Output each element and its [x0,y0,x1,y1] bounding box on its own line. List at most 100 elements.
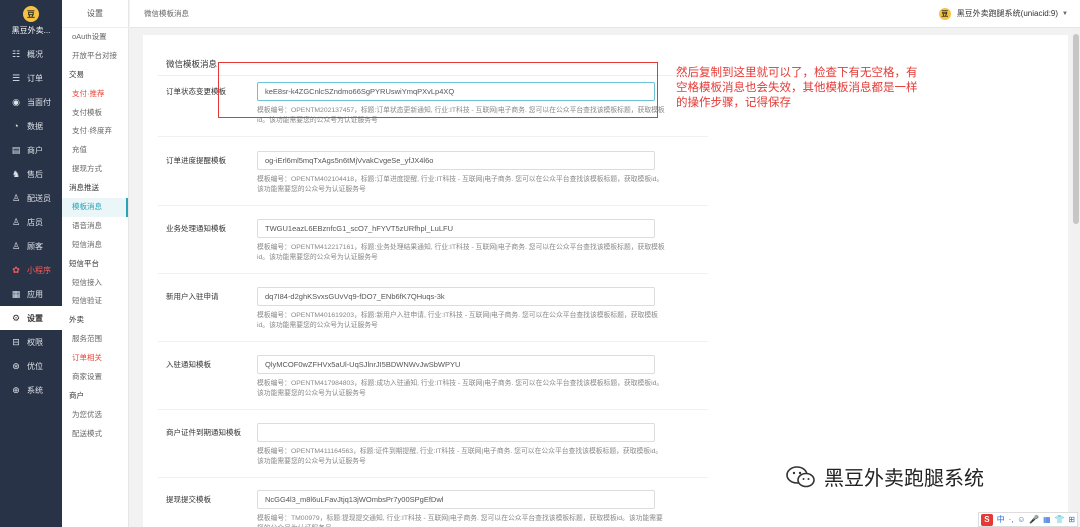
pay-icon: ◉ [12,96,20,107]
field-help-text: 模板编号：OPENTM402104418，标题:订单进度提醒, 行业:IT科技 … [257,176,664,193]
sidebar-item[interactable]: ☰ 订单 [0,66,62,90]
sidebar-item[interactable]: ⊕ 系统 [0,378,62,402]
field-divider [158,205,708,206]
template-id-input[interactable]: og-iErl6ml5mqTxAgs5n6tMjVvakCvgeSe_yfJX4… [257,151,655,170]
sidebar-item[interactable]: ◉ 当面付 [0,90,62,114]
courier-icon: ♙ [11,192,21,203]
template-id-input[interactable]: keE8sr-k4ZGCnlcSZndmo66SgPYRUswiYmqPXvLp… [257,82,655,101]
sidebar-item-label: 概况 [27,49,43,59]
ime-toolbar[interactable]: S 中 ·, ☺ 🎤 ▦ 👕 ⊞ [978,512,1078,527]
field-label: 新用户入驻申请 [166,292,219,301]
sidebar-item[interactable]: ☷ 概况 [0,42,62,66]
sidebar-item[interactable]: ♙ 店员 [0,210,62,234]
field-help-text: 模板编号：OPENTM411164563，标题:证件到期提醒, 行业:IT科技 … [257,448,663,465]
main-sidebar: 豆 黑豆外卖... ☷ 概况 ☰ 订单 ◉ 当面付 ◔ 数据 ▤ 商户 ♞ 售后 ♙ 配送员 ♙ 店员 ♙ 顾客 ✿… [0,0,62,527]
submenu-item[interactable]: 订单相关 [62,349,128,368]
submenu-item[interactable]: 支付·终度弃 [62,122,128,141]
account-name: 黑豆外卖跑腿系统(uniacid:9) [956,9,1059,18]
ime-toolbox-icon[interactable]: ⊞ [1068,515,1075,524]
template-id-input[interactable]: TWGU1eazL6EBznfcG1_scO7_hFYVT5zURfhpl_Lu… [257,219,655,238]
system-icon: ⊕ [12,384,20,395]
after-sale-icon: ♞ [11,168,21,179]
sidebar-item-label: 售后 [27,169,43,179]
field-label: 业务处理通知模板 [166,224,226,233]
submenu-item[interactable]: 服务范围 [62,330,128,349]
sidebar-item-label: 顾客 [27,241,43,251]
breadcrumb: 微信模板消息 [144,9,189,18]
template-id-input[interactable] [257,423,655,442]
miniprogram-icon: ✿ [12,264,20,275]
sidebar-item[interactable]: ⊛ 优位 [0,354,62,378]
permission-icon: ⊟ [12,336,20,347]
sidebar-item[interactable]: ♙ 配送员 [0,186,62,210]
submenu-item[interactable]: 模板消息 [62,198,128,217]
store-icon: ▤ [11,144,21,155]
ime-keyboard-icon[interactable]: ▦ [1043,515,1051,524]
field-help-text: 模板编号：TM00979，标题:提现提交通知, 行业:IT科技 - 互联网|电子… [257,515,663,527]
sidebar-item-label: 系统 [27,385,43,395]
sidebar-item[interactable]: ♞ 售后 [0,162,62,186]
sidebar-item-label: 订单 [27,73,43,83]
ime-item[interactable]: 中 [997,514,1005,525]
field-divider [158,341,708,342]
ime-emoji-icon[interactable]: ☺ [1017,515,1025,524]
submenu-item[interactable]: 语音消息 [62,217,128,236]
annotation-note: 然后复制到这里就可以了，检查下有无空格，有空格模板消息也会失效，其他模板消息都是… [676,67,918,109]
template-id-input[interactable]: NcGG4l3_m8l6uLFavJtjq13jWOmbsPr7y00SPgEf… [257,490,655,509]
submenu-item[interactable]: 开放平台对接 [62,47,128,66]
account-switcher[interactable]: 豆 黑豆外卖跑腿系统(uniacid:9) ▼ [938,7,1068,20]
ime-skin-icon[interactable]: 👕 [1054,515,1064,524]
sidebar-item[interactable]: ▦ 应用 [0,282,62,306]
sidebar-item[interactable]: ◔ 数据 [0,114,62,138]
watermark-text: 黑豆外卖跑腿系统 [824,468,984,490]
field-label: 商户证件到期通知模板 [166,428,241,437]
submenu-item[interactable]: 支付模板 [62,104,128,123]
template-id-input[interactable]: dq7I84-d2ghKSvxsGUvVq9-fDO7_ENb6fK7QHuqs… [257,287,655,306]
field-label: 入驻通知模板 [166,360,211,369]
submenu-group-label: 交易 [69,69,84,79]
submenu-group-label: 外卖 [69,315,84,325]
sidebar-item-label: 配送员 [27,193,51,203]
scrollbar-thumb[interactable] [1073,34,1079,224]
dashboard-icon: ☷ [11,48,21,59]
sidebar-item[interactable]: ✿ 小程序 [0,258,62,282]
field-help-text: 模板编号：OPENTM412217161，标题:业务处理结果通知, 行业:IT科… [257,244,665,261]
submenu-item[interactable]: oAuth设置 [62,28,128,47]
submenu-item[interactable]: 充值 [62,141,128,160]
submenu-item[interactable]: 商家设置 [62,368,128,387]
account-badge-icon: 豆 [938,7,951,20]
submenu-item[interactable]: 为您优选 [62,406,128,425]
data-icon: ◔ [13,121,19,131]
sidebar-item[interactable]: ♙ 顾客 [0,234,62,258]
sidebar-item-label: 商户 [27,145,43,155]
field-divider [158,136,708,137]
submenu-item[interactable]: 短信接入 [62,274,128,293]
field-label: 订单进度提醒模板 [166,156,226,165]
sidebar-item-label: 应用 [27,289,43,299]
sidebar-item[interactable]: ⊟ 权限 [0,330,62,354]
sidebar-item-label: 小程序 [27,265,51,275]
template-id-input[interactable]: QlyMCOF0wZFHVx5aUl-UqSJlnrJI5BDWNWvJwSbW… [257,355,655,374]
field-help-text: 模板编号：OPENTM401619203，标题:新用户入驻申请, 行业:IT科技… [257,312,658,329]
sidebar-item-label: 权限 [27,337,43,347]
submenu-item[interactable]: 提现方式 [62,160,128,179]
submenu-item[interactable]: 短信消息 [62,236,128,255]
submenu-item[interactable]: 短信验证 [62,292,128,311]
sidebar-item-label: 店员 [27,217,43,227]
brand-name: 黑豆外卖... [11,26,51,35]
submenu-group-label: 商户 [69,390,84,400]
field-label: 订单状态变更模板 [166,87,226,96]
settings-icon: ⚙ [11,312,21,323]
ime-microphone-icon[interactable]: 🎤 [1029,515,1039,524]
page-scrollbar[interactable] [1072,28,1080,527]
submenu-title: 设置 [62,0,128,28]
ime-item[interactable]: ·, [1009,515,1014,524]
submenu-item[interactable]: 配送模式 [62,425,128,444]
brand-logo[interactable]: 豆 黑豆外卖... [0,0,62,42]
watermark: 黑豆外卖跑腿系统 [786,462,984,491]
submenu-item[interactable]: 支付·推荐 [62,85,128,104]
sidebar-item[interactable]: ▤ 商户 [0,138,62,162]
sidebar-item[interactable]: ⚙ 设置 [0,306,62,330]
sidebar-item-label: 数据 [27,121,43,131]
logo-badge-icon: 豆 [23,6,39,22]
